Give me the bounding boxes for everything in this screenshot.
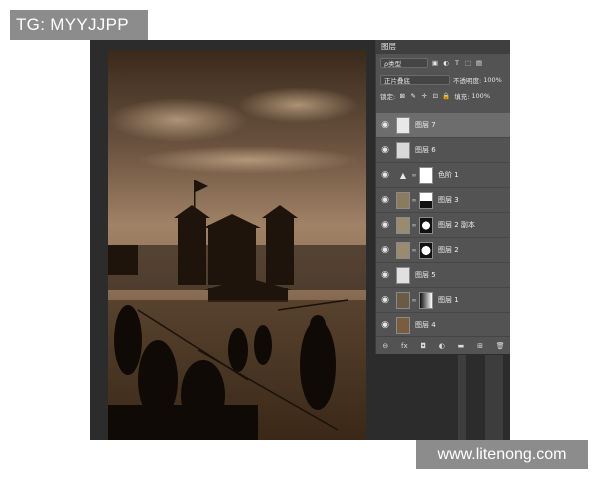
layer-name: 图层 1 xyxy=(438,296,459,304)
layer-row-2-copy[interactable]: ◉ ∞ 图层 2 副本 xyxy=(376,213,510,238)
visibility-eye-icon[interactable]: ◉ xyxy=(378,120,392,130)
layer-row-3[interactable]: ◉ ∞ 图层 3 xyxy=(376,188,510,213)
add-mask-icon[interactable]: ◘ xyxy=(420,342,426,350)
lock-artboard-icon[interactable]: ⊡ xyxy=(431,92,439,100)
shape-filter-icon[interactable]: ⬚ xyxy=(464,59,472,67)
layer-mask-thumbnail[interactable] xyxy=(419,191,433,209)
fill-label: 填充: xyxy=(454,93,470,101)
layer-row-2[interactable]: ◉ ∞ 图层 2 xyxy=(376,238,510,263)
lock-move-icon[interactable]: ✛ xyxy=(420,92,428,100)
lock-transparent-icon[interactable]: ⊠ xyxy=(398,92,406,100)
lock-row: 锁定: ⊠ ✎ ✛ ⊡ 🔒 填充: 100% xyxy=(376,89,510,103)
levels-icon: ▲ xyxy=(399,170,407,180)
canvas-artwork xyxy=(108,50,366,440)
layer-mask-thumbnail[interactable] xyxy=(419,216,433,234)
layer-name: 图层 5 xyxy=(415,271,436,279)
layer-thumbnail xyxy=(396,316,410,334)
new-layer-icon[interactable]: ⊞ xyxy=(477,342,483,350)
link-icon: ∞ xyxy=(411,171,417,179)
layer-name: 图层 6 xyxy=(415,146,436,154)
smart-filter-icon[interactable]: ▤ xyxy=(475,59,483,67)
visibility-eye-icon[interactable]: ◉ xyxy=(378,220,392,230)
layers-panel: 图层 ρ类型 ▣ ◐ T ⬚ ▤ 正片叠底 不透明度: 100% 锁定: ⊠ ✎… xyxy=(375,40,510,355)
layer-row-6[interactable]: ◉ 图层 6 xyxy=(376,138,510,163)
blend-mode-select[interactable]: 正片叠底 xyxy=(380,75,450,85)
visibility-eye-icon[interactable]: ◉ xyxy=(378,170,392,180)
layer-name: 图层 2 副本 xyxy=(438,221,475,229)
link-layers-icon[interactable]: ⊖ xyxy=(382,342,388,350)
document-canvas[interactable] xyxy=(108,50,366,440)
vertical-scrollbar[interactable] xyxy=(458,355,466,440)
layer-row-7[interactable]: ◉ 图层 7 xyxy=(376,113,510,138)
opacity-value[interactable]: 100% xyxy=(483,76,502,84)
visibility-eye-icon[interactable]: ◉ xyxy=(378,195,392,205)
layer-row-1[interactable]: ◉ ∞ 图层 1 xyxy=(376,288,510,313)
layer-mask-thumbnail[interactable] xyxy=(419,241,433,259)
type-filter-icon[interactable]: T xyxy=(453,59,461,67)
layer-thumbnail xyxy=(396,291,410,309)
adjustment-filter-icon[interactable]: ◐ xyxy=(442,59,450,67)
layer-name: 图层 7 xyxy=(415,121,436,129)
fill-value[interactable]: 100% xyxy=(471,92,490,100)
lock-label: 锁定: xyxy=(380,93,396,101)
layers-tab[interactable]: 图层 xyxy=(376,40,510,54)
layer-mask-thumbnail[interactable] xyxy=(419,291,433,309)
lock-brush-icon[interactable]: ✎ xyxy=(409,92,417,100)
blend-row: 正片叠底 不透明度: 100% xyxy=(376,73,510,87)
visibility-eye-icon[interactable]: ◉ xyxy=(378,320,392,330)
lock-all-icon[interactable]: 🔒 xyxy=(442,92,450,100)
link-icon: ∞ xyxy=(411,296,417,304)
layer-row-5[interactable]: ◉ 图层 5 xyxy=(376,263,510,288)
layer-name: 图层 3 xyxy=(438,196,459,204)
fx-icon[interactable]: fx xyxy=(401,342,408,350)
layer-row-4[interactable]: ◉ 图层 4 xyxy=(376,313,510,338)
side-scroll-track[interactable] xyxy=(485,355,503,440)
delete-layer-trash-icon[interactable]: 🗑 xyxy=(496,342,505,350)
pixel-filter-icon[interactable]: ▣ xyxy=(431,59,439,67)
layer-thumbnail xyxy=(396,116,410,134)
visibility-eye-icon[interactable]: ◉ xyxy=(378,270,392,280)
filter-kind-select[interactable]: ρ类型 xyxy=(380,58,428,68)
visibility-eye-icon[interactable]: ◉ xyxy=(378,145,392,155)
layer-row-levels-1[interactable]: ◉ ▲ ∞ 色阶 1 xyxy=(376,163,510,188)
visibility-eye-icon[interactable]: ◉ xyxy=(378,245,392,255)
layer-name: 图层 2 xyxy=(438,246,459,254)
link-icon: ∞ xyxy=(411,196,417,204)
layer-name: 色阶 1 xyxy=(438,171,459,179)
layer-thumbnail xyxy=(396,266,410,284)
adjustment-layer-icon[interactable]: ◐ xyxy=(439,342,445,350)
link-icon: ∞ xyxy=(411,221,417,229)
link-icon: ∞ xyxy=(411,246,417,254)
opacity-label: 不透明度: xyxy=(453,77,482,85)
layer-thumbnail xyxy=(396,191,410,209)
watermark-top: TG: MYYJJPP xyxy=(10,10,148,40)
layers-list: ◉ 图层 7 ◉ 图层 6 ◉ ▲ ∞ 色阶 1 ◉ ∞ 图层 3 ◉ ∞ 图层… xyxy=(376,113,510,338)
photoshop-workspace: 图层 ρ类型 ▣ ◐ T ⬚ ▤ 正片叠底 不透明度: 100% 锁定: ⊠ ✎… xyxy=(90,40,510,440)
layers-bottom-toolbar: ⊖ fx ◘ ◐ ▬ ⊞ 🗑 xyxy=(376,336,510,355)
filter-row: ρ类型 ▣ ◐ T ⬚ ▤ xyxy=(376,56,510,70)
watermark-bottom: www.litenong.com xyxy=(416,440,588,469)
layer-thumbnail xyxy=(396,216,410,234)
layer-name: 图层 4 xyxy=(415,321,436,329)
layer-mask-thumbnail[interactable] xyxy=(419,166,433,184)
layer-thumbnail xyxy=(396,141,410,159)
new-group-folder-icon[interactable]: ▬ xyxy=(458,342,465,350)
visibility-eye-icon[interactable]: ◉ xyxy=(378,295,392,305)
layer-thumbnail xyxy=(396,241,410,259)
